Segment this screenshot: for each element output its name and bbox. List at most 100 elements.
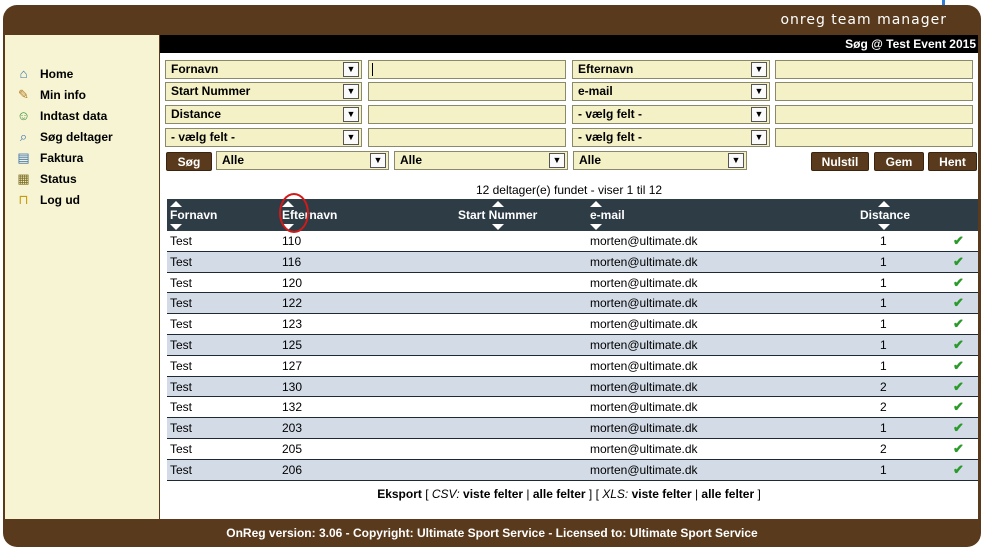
table-row[interactable]: Test 132 morten@ultimate.dk 2 ✔: [167, 397, 978, 419]
field-select-7[interactable]: - vælg felt - ▼: [572, 105, 770, 124]
reset-button[interactable]: Nulstil: [811, 152, 869, 171]
field-select-2[interactable]: Start Nummer ▼: [165, 82, 362, 101]
cell-fornavn: Test: [170, 441, 193, 456]
app-frame: onreg team manager ⌂ Home ✎ Min info ☺ I…: [3, 0, 981, 547]
field-select-8[interactable]: - vælg felt - ▼: [572, 128, 770, 147]
field-select-1[interactable]: Fornavn ▼: [165, 60, 362, 79]
table-row[interactable]: Test 203 morten@ultimate.dk 1 ✔: [167, 418, 978, 439]
cell-email: morten@ultimate.dk: [590, 462, 698, 477]
sidebar-item-home[interactable]: ⌂ Home: [15, 63, 113, 84]
sidebar-item-label: Søg deltager: [40, 129, 113, 144]
csv-all-fields-link[interactable]: alle felter: [533, 487, 586, 501]
app-title: onreg team manager: [780, 12, 947, 28]
search-value-input-1[interactable]: [368, 60, 566, 79]
check-icon: ✔: [953, 420, 964, 436]
table-row[interactable]: Test 130 morten@ultimate.dk 2 ✔: [167, 376, 978, 398]
load-button[interactable]: Hent: [928, 152, 977, 171]
cell-efternavn: 132: [282, 400, 303, 415]
sort-up-icon[interactable]: [170, 201, 182, 207]
cell-efternavn: 122: [282, 296, 303, 311]
table-row[interactable]: Test 125 morten@ultimate.dk 1 ✔: [167, 334, 978, 356]
cell-distance: 1: [880, 296, 887, 311]
xls-visible-fields-link[interactable]: viste felter: [632, 487, 692, 501]
sort-down-icon[interactable]: [590, 224, 602, 230]
search-value-input-5[interactable]: [775, 60, 973, 79]
table-row[interactable]: Test 116 morten@ultimate.dk 1 ✔: [167, 251, 978, 273]
column-header-start-nummer[interactable]: Start Nummer: [458, 199, 548, 231]
table-row[interactable]: Test 123 morten@ultimate.dk 1 ✔: [167, 314, 978, 335]
cell-email: morten@ultimate.dk: [590, 358, 698, 373]
column-header-fornavn[interactable]: Fornavn: [170, 199, 230, 231]
sort-up-icon[interactable]: [878, 201, 890, 207]
results-table-header: Fornavn Efternavn Start Nummer e-mail Di: [167, 193, 978, 233]
sidebar-item-sog-deltager[interactable]: ⌕ Søg deltager: [15, 126, 113, 147]
xls-all-fields-link[interactable]: alle felter: [701, 487, 754, 501]
table-row[interactable]: Test 127 morten@ultimate.dk 1 ✔: [167, 356, 978, 377]
cell-fornavn: Test: [170, 317, 193, 332]
cell-fornavn: Test: [170, 462, 193, 477]
csv-visible-fields-link[interactable]: viste felter: [463, 487, 523, 501]
lock-icon: ⊓: [18, 192, 29, 207]
sidebar-item-log-ud[interactable]: ⊓ Log ud: [15, 189, 113, 210]
cell-distance: 1: [880, 358, 887, 373]
cell-distance: 2: [880, 400, 887, 415]
check-icon: ✔: [953, 399, 964, 415]
cell-distance: 1: [880, 234, 887, 248]
search-value-input-3[interactable]: [368, 105, 566, 124]
field-select-5[interactable]: Efternavn ▼: [572, 60, 770, 79]
cell-email: morten@ultimate.dk: [590, 400, 698, 415]
search-value-input-7[interactable]: [775, 105, 973, 124]
cell-fornavn: Test: [170, 421, 193, 436]
footer: OnReg version: 3.06 - Copyright: Ultimat…: [226, 526, 758, 540]
csv-label: CSV:: [431, 487, 460, 501]
table-row[interactable]: Test 205 morten@ultimate.dk 2 ✔: [167, 439, 978, 460]
sort-down-icon[interactable]: [492, 224, 504, 230]
check-icon: ✔: [953, 233, 964, 248]
table-row[interactable]: Test 122 morten@ultimate.dk 1 ✔: [167, 293, 978, 315]
cell-distance: 1: [880, 254, 887, 269]
table-row[interactable]: Test 206 morten@ultimate.dk 1 ✔: [167, 459, 978, 481]
filter-select-1[interactable]: Alle ▼: [216, 151, 389, 170]
chart-icon: ▦: [17, 171, 30, 186]
sidebar-item-status[interactable]: ▦ Status: [15, 168, 113, 189]
filter-select-2[interactable]: Alle ▼: [394, 151, 568, 170]
cell-distance: 2: [880, 379, 887, 394]
cell-efternavn: 205: [282, 441, 303, 456]
sort-up-icon[interactable]: [590, 201, 602, 207]
cell-distance: 1: [880, 275, 887, 290]
sidebar-item-label: Min info: [40, 87, 86, 102]
field-select-6[interactable]: e-mail ▼: [572, 82, 770, 101]
cell-efternavn: 206: [282, 462, 303, 477]
search-value-input-2[interactable]: [368, 82, 566, 101]
table-row[interactable]: Test 110 morten@ultimate.dk 1 ✔: [167, 231, 978, 252]
table-row[interactable]: Test 120 morten@ultimate.dk 1 ✔: [167, 273, 978, 294]
sort-up-icon[interactable]: [492, 201, 504, 207]
sidebar-item-label: Indtast data: [40, 108, 108, 123]
main-content: Søg @ Test Event 2015 Fornavn ▼ Efternavn…: [160, 35, 978, 519]
sidebar-item-indtast-data[interactable]: ☺ Indtast data: [15, 105, 113, 126]
chevron-down-icon: ▼: [751, 107, 767, 122]
field-select-3[interactable]: Distance ▼: [165, 105, 362, 124]
filter-select-3[interactable]: Alle ▼: [573, 151, 747, 170]
sidebar-item-min-info[interactable]: ✎ Min info: [15, 84, 113, 105]
check-icon: ✔: [953, 274, 964, 290]
search-value-input-4[interactable]: [368, 128, 566, 147]
search-value-input-6[interactable]: [775, 82, 973, 101]
check-icon: ✔: [953, 295, 964, 311]
search-value-input-8[interactable]: [775, 128, 973, 147]
column-header-email[interactable]: e-mail: [590, 199, 650, 231]
sort-down-icon[interactable]: [170, 224, 182, 230]
cell-fornavn: Test: [170, 379, 193, 394]
sidebar-item-faktura[interactable]: ▤ Faktura: [15, 147, 113, 168]
cell-fornavn: Test: [170, 275, 193, 290]
column-header-distance[interactable]: Distance: [860, 199, 920, 231]
add-user-icon: ☺: [16, 108, 31, 123]
sort-down-icon[interactable]: [878, 224, 890, 230]
cell-email: morten@ultimate.dk: [590, 234, 698, 248]
column-label: e-mail: [590, 208, 625, 222]
save-button[interactable]: Gem: [874, 152, 924, 171]
cell-email: morten@ultimate.dk: [590, 421, 698, 436]
search-button[interactable]: Søg: [166, 152, 212, 171]
cell-email: morten@ultimate.dk: [590, 254, 698, 269]
field-select-4[interactable]: - vælg felt - ▼: [165, 128, 362, 147]
